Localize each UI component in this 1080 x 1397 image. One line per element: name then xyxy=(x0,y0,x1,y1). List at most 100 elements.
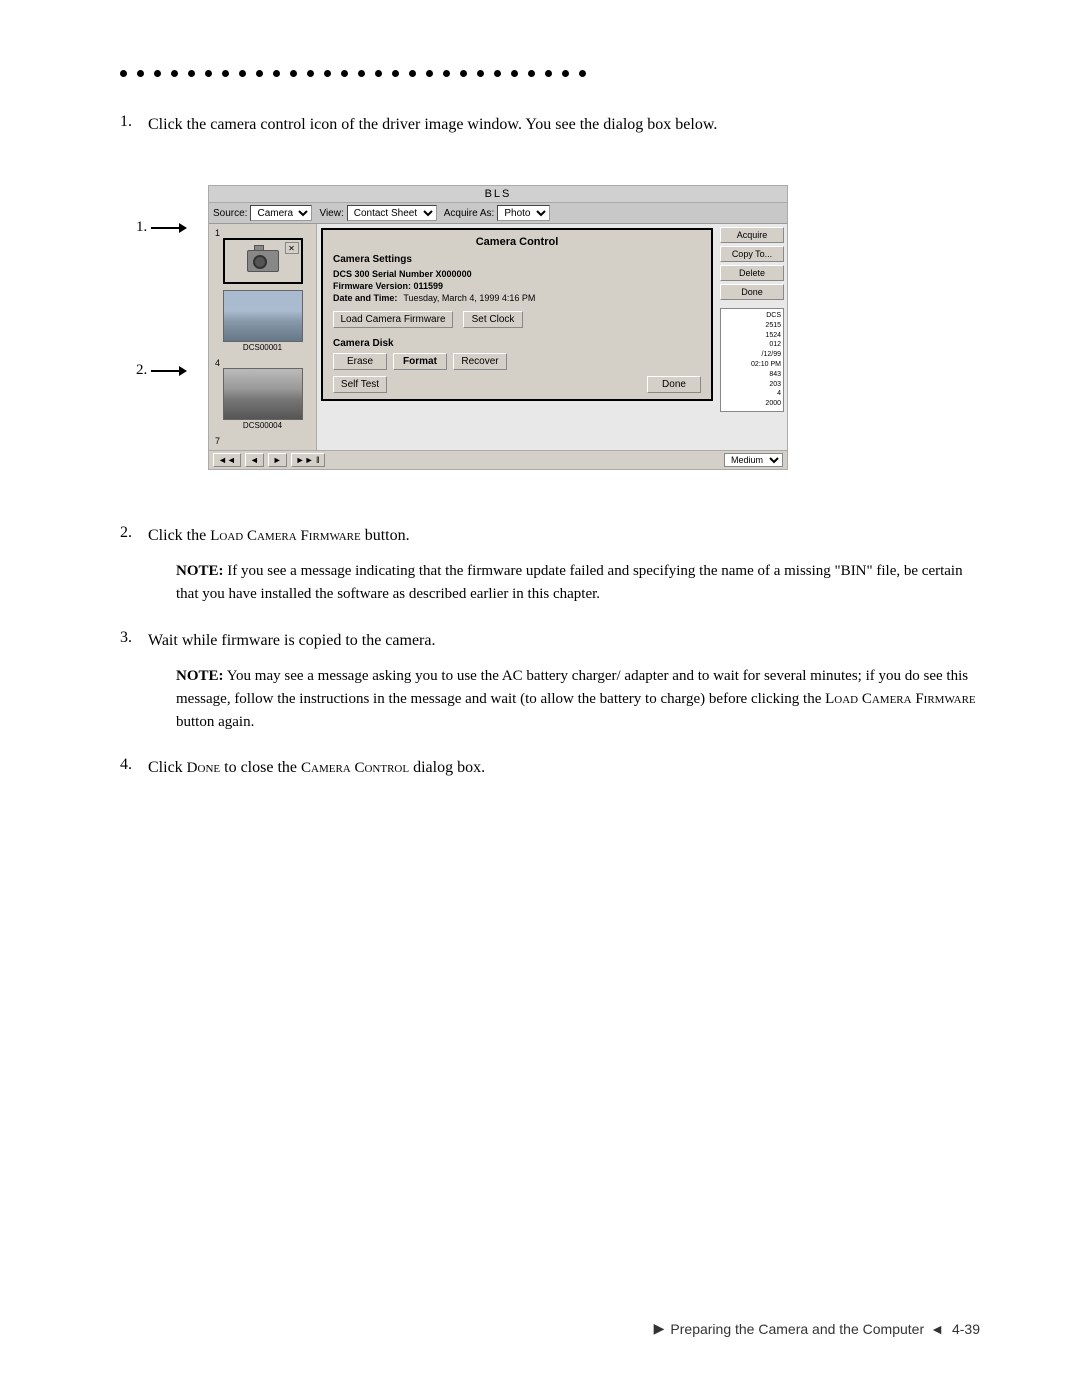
acquire-select[interactable]: Photo xyxy=(497,205,550,221)
screenshot-titlebar: BLS xyxy=(209,186,787,203)
data-2515: 2515 xyxy=(723,321,781,331)
data-4: 4 xyxy=(723,389,781,399)
screenshot-bottom: ◄◄ ◄ ► ►► ‖ Medium xyxy=(209,450,787,469)
medium-select[interactable]: Medium xyxy=(724,453,783,467)
step-3-number: 3. xyxy=(120,629,148,747)
thumb-item-3: DCS00004 xyxy=(211,368,314,430)
source-label: Source: xyxy=(213,208,247,219)
annotation-1-number: 1. xyxy=(136,219,147,236)
note-2-block: NOTE: You may see a message asking you t… xyxy=(176,665,980,735)
data-time: 02:10 PM xyxy=(723,360,781,370)
step-3-content: Wait while firmware is copied to the cam… xyxy=(148,629,980,747)
data-843: 843 xyxy=(723,370,781,380)
step-3-text: Wait while firmware is copied to the cam… xyxy=(148,629,980,653)
date-time-row: Date and Time: Tuesday, March 4, 1999 4:… xyxy=(333,293,701,303)
step-2-content: Click the Load Camera Firmware button. N… xyxy=(148,524,980,619)
footer-page: 4-39 xyxy=(952,1321,980,1337)
camera-lens xyxy=(253,255,267,269)
step-2-number: 2. xyxy=(120,524,148,619)
date-value: Tuesday, March 4, 1999 4:16 PM xyxy=(403,293,535,303)
note-2-label: NOTE: xyxy=(176,668,224,684)
set-clock-button[interactable]: Set Clock xyxy=(463,311,523,328)
step-4-text: Click Done to close the Camera Control d… xyxy=(148,756,485,780)
thumb-img-building xyxy=(223,368,303,420)
source-select[interactable]: Camera xyxy=(250,205,312,221)
screenshot-wrapper: 1. 2. xyxy=(208,167,788,480)
annotation-2-number: 2. xyxy=(136,362,147,379)
disk-buttons-row: Erase Format Recover xyxy=(333,353,701,370)
recover-button[interactable]: Recover xyxy=(453,353,507,370)
view-select[interactable]: Contact Sheet xyxy=(347,205,437,221)
firmware-btn-row: Load Camera Firmware Set Clock xyxy=(333,311,701,328)
annotation-1-arrow xyxy=(151,223,187,233)
annotation-2-line xyxy=(151,370,179,372)
footer: ▶ Preparing the Camera and the Computer … xyxy=(0,1320,1080,1337)
load-firmware-button[interactable]: Load Camera Firmware xyxy=(333,311,453,328)
data-012: 012 xyxy=(723,340,781,350)
acquire-button[interactable]: Acquire xyxy=(720,227,784,243)
done-button[interactable]: Done xyxy=(647,376,701,393)
dot-separator xyxy=(120,70,980,77)
annotation-2-arrowhead xyxy=(179,366,187,376)
view-label: View: xyxy=(319,208,343,219)
camera-icon-area: ✕ xyxy=(223,238,303,284)
thumb-img-landscape xyxy=(223,290,303,342)
step-4-camera-control: Camera Control xyxy=(301,760,409,776)
step-4-content: Click Done to close the Camera Control d… xyxy=(148,756,485,792)
thumb-label-2: DCS00004 xyxy=(211,421,314,430)
erase-button[interactable]: Erase xyxy=(333,353,387,370)
data-203: 203 xyxy=(723,380,781,390)
step-2-smallcaps: Load Camera Firmware xyxy=(210,528,361,544)
thumb-item-2: DCS00001 xyxy=(211,290,314,352)
done-sidebar-button[interactable]: Done xyxy=(720,284,784,300)
nav-first-button[interactable]: ◄◄ xyxy=(213,453,241,467)
firmware-row: Firmware Version: 011599 xyxy=(333,281,701,291)
delete-button[interactable]: Delete xyxy=(720,265,784,281)
serial-row: DCS 300 Serial Number X000000 xyxy=(333,269,701,279)
date-label: Date and Time: xyxy=(333,293,397,303)
thumb-label-1: DCS00001 xyxy=(211,343,314,352)
format-button[interactable]: Format xyxy=(393,353,447,370)
data-2000: 2000 xyxy=(723,399,781,409)
annotation-2-arrow xyxy=(151,366,187,376)
note-2-smallcaps: Load Camera Firmware xyxy=(825,691,976,707)
note-1-text: NOTE: If you see a message indicating th… xyxy=(176,560,980,607)
thumb-number-7: 7 xyxy=(215,436,314,446)
nav-last-button[interactable]: ►► ‖ xyxy=(291,453,325,467)
footer-arrow-right: ▶ xyxy=(654,1320,665,1337)
copy-to-button[interactable]: Copy To... xyxy=(720,246,784,262)
footer-arrow-left: ◄ xyxy=(930,1321,944,1337)
sc-toolbar: Source: Camera View: Contact Sheet Acqui… xyxy=(209,203,787,224)
data-1524: 1524 xyxy=(723,331,781,341)
camera-control-box: Camera Control Camera Settings DCS 300 S… xyxy=(321,228,713,401)
step-4-number: 4. xyxy=(120,756,148,792)
step-1-text: Click the camera control icon of the dri… xyxy=(148,113,788,137)
note-1-block: NOTE: If you see a message indicating th… xyxy=(176,560,980,607)
camera-top xyxy=(254,245,264,251)
screenshot-main: 1 ✕ xyxy=(209,224,787,450)
step-3: 3. Wait while firmware is copied to the … xyxy=(120,629,980,747)
step-4: 4. Click Done to close the Camera Contro… xyxy=(120,756,980,792)
camera-icon-x: ✕ xyxy=(285,242,299,254)
acquire-as-label: Acquire As: xyxy=(444,208,495,219)
step-1: 1. Click the camera control icon of the … xyxy=(120,113,980,504)
right-data-panel: DCS 2515 1524 012 /12/99 02:10 PM 843 20… xyxy=(720,308,784,412)
self-test-done-row: Self Test Done xyxy=(333,376,701,393)
camera-disk-title: Camera Disk xyxy=(333,338,701,349)
annotation-1-arrowhead xyxy=(179,223,187,233)
step-2-text: Click the Load Camera Firmware button. xyxy=(148,524,980,548)
step-1-content: Click the camera control icon of the dri… xyxy=(148,113,788,504)
note-1-label: NOTE: xyxy=(176,563,224,579)
nav-next-button[interactable]: ► xyxy=(268,453,287,467)
data-dcs: DCS xyxy=(723,311,781,321)
note-2-text: NOTE: You may see a message asking you t… xyxy=(176,665,980,735)
step-2: 2. Click the Load Camera Firmware button… xyxy=(120,524,980,619)
annotation-2: 2. xyxy=(136,362,187,379)
camera-icon xyxy=(247,250,279,272)
nav-prev-button[interactable]: ◄ xyxy=(245,453,264,467)
self-test-button[interactable]: Self Test xyxy=(333,376,387,393)
screenshot-title: BLS xyxy=(485,188,512,200)
thumb-number-1: 1 xyxy=(215,228,314,238)
camera-settings-title: Camera Settings xyxy=(333,254,701,265)
step-1-number: 1. xyxy=(120,113,148,504)
